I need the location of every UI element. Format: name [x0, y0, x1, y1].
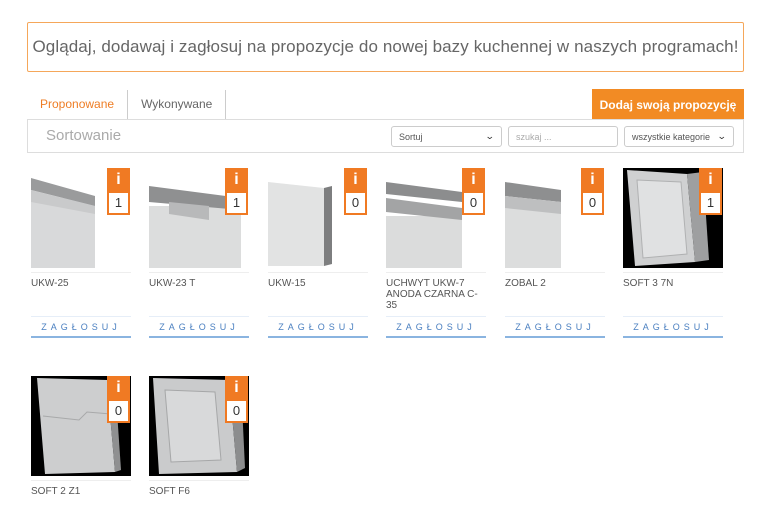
- info-box: i 0: [581, 168, 604, 215]
- info-icon[interactable]: i: [344, 168, 367, 191]
- category-select-value: wszystkie kategorie: [632, 131, 711, 142]
- vote-button[interactable]: ZAGŁOSUJ: [386, 316, 486, 338]
- vote-count: 1: [225, 191, 248, 215]
- sort-select-value: Sortuj: [399, 131, 423, 142]
- sort-title: Sortowanie: [46, 127, 122, 144]
- divider: [386, 272, 486, 273]
- product-name[interactable]: UKW-25: [31, 278, 129, 289]
- product-name[interactable]: SOFT F6: [149, 486, 247, 497]
- info-box: i 0: [462, 168, 485, 215]
- info-box: i 1: [107, 168, 130, 215]
- info-icon[interactable]: i: [107, 376, 130, 399]
- divider: [31, 272, 131, 273]
- info-icon[interactable]: i: [462, 168, 485, 191]
- info-icon[interactable]: i: [699, 168, 722, 191]
- info-box: i 0: [225, 376, 248, 423]
- vote-button[interactable]: ZAGŁOSUJ: [268, 316, 368, 338]
- info-box: i 1: [225, 168, 248, 215]
- search-input[interactable]: szukaj ...: [508, 126, 618, 147]
- vote-count: 0: [107, 399, 130, 423]
- vote-button[interactable]: ZAGŁOSUJ: [149, 316, 249, 338]
- product-name[interactable]: SOFT 2 Z1: [31, 486, 129, 497]
- product-name[interactable]: UKW-15: [268, 278, 366, 289]
- chevron-down-icon: ⌄: [485, 131, 496, 141]
- vote-count: 0: [462, 191, 485, 215]
- vote-count: 0: [581, 191, 604, 215]
- info-box: i 0: [107, 376, 130, 423]
- divider: [505, 272, 605, 273]
- divider: [268, 272, 368, 273]
- vote-count: 1: [107, 191, 130, 215]
- product-name[interactable]: SOFT 3 7N: [623, 278, 721, 289]
- product-name[interactable]: UCHWYT UKW-7 ANODA CZARNA C-35: [386, 278, 484, 311]
- add-proposal-button[interactable]: Dodaj swoją propozycję: [592, 89, 744, 120]
- chevron-down-icon: ⌄: [717, 131, 728, 141]
- vote-button[interactable]: ZAGŁOSUJ: [623, 316, 723, 338]
- sort-select[interactable]: Sortuj ⌄: [391, 126, 502, 147]
- vote-button[interactable]: ZAGŁOSUJ: [505, 316, 605, 338]
- sort-toolbar: Sortowanie Sortuj ⌄ szukaj ... wszystkie…: [27, 119, 744, 153]
- vote-count: 0: [225, 399, 248, 423]
- divider: [623, 272, 723, 273]
- info-icon[interactable]: i: [225, 168, 248, 191]
- vote-button[interactable]: ZAGŁOSUJ: [31, 316, 131, 338]
- info-icon[interactable]: i: [581, 168, 604, 191]
- divider: [149, 272, 249, 273]
- info-banner: Oglądaj, dodawaj i zagłosuj na propozycj…: [27, 22, 744, 72]
- info-icon[interactable]: i: [225, 376, 248, 399]
- divider: [31, 480, 131, 481]
- product-name[interactable]: ZOBAL 2: [505, 278, 603, 289]
- tab-wykonywane[interactable]: Wykonywane: [127, 90, 227, 120]
- category-select[interactable]: wszystkie kategorie ⌄: [624, 126, 734, 147]
- product-name[interactable]: UKW-23 T: [149, 278, 247, 289]
- info-icon[interactable]: i: [107, 168, 130, 191]
- info-box: i 0: [344, 168, 367, 215]
- vote-count: 0: [344, 191, 367, 215]
- info-box: i 1: [699, 168, 722, 215]
- search-placeholder: szukaj ...: [516, 131, 552, 142]
- tab-proponowane[interactable]: Proponowane: [27, 90, 128, 120]
- vote-count: 1: [699, 191, 722, 215]
- divider: [149, 480, 249, 481]
- tab-bar: Proponowane Wykonywane: [27, 90, 227, 120]
